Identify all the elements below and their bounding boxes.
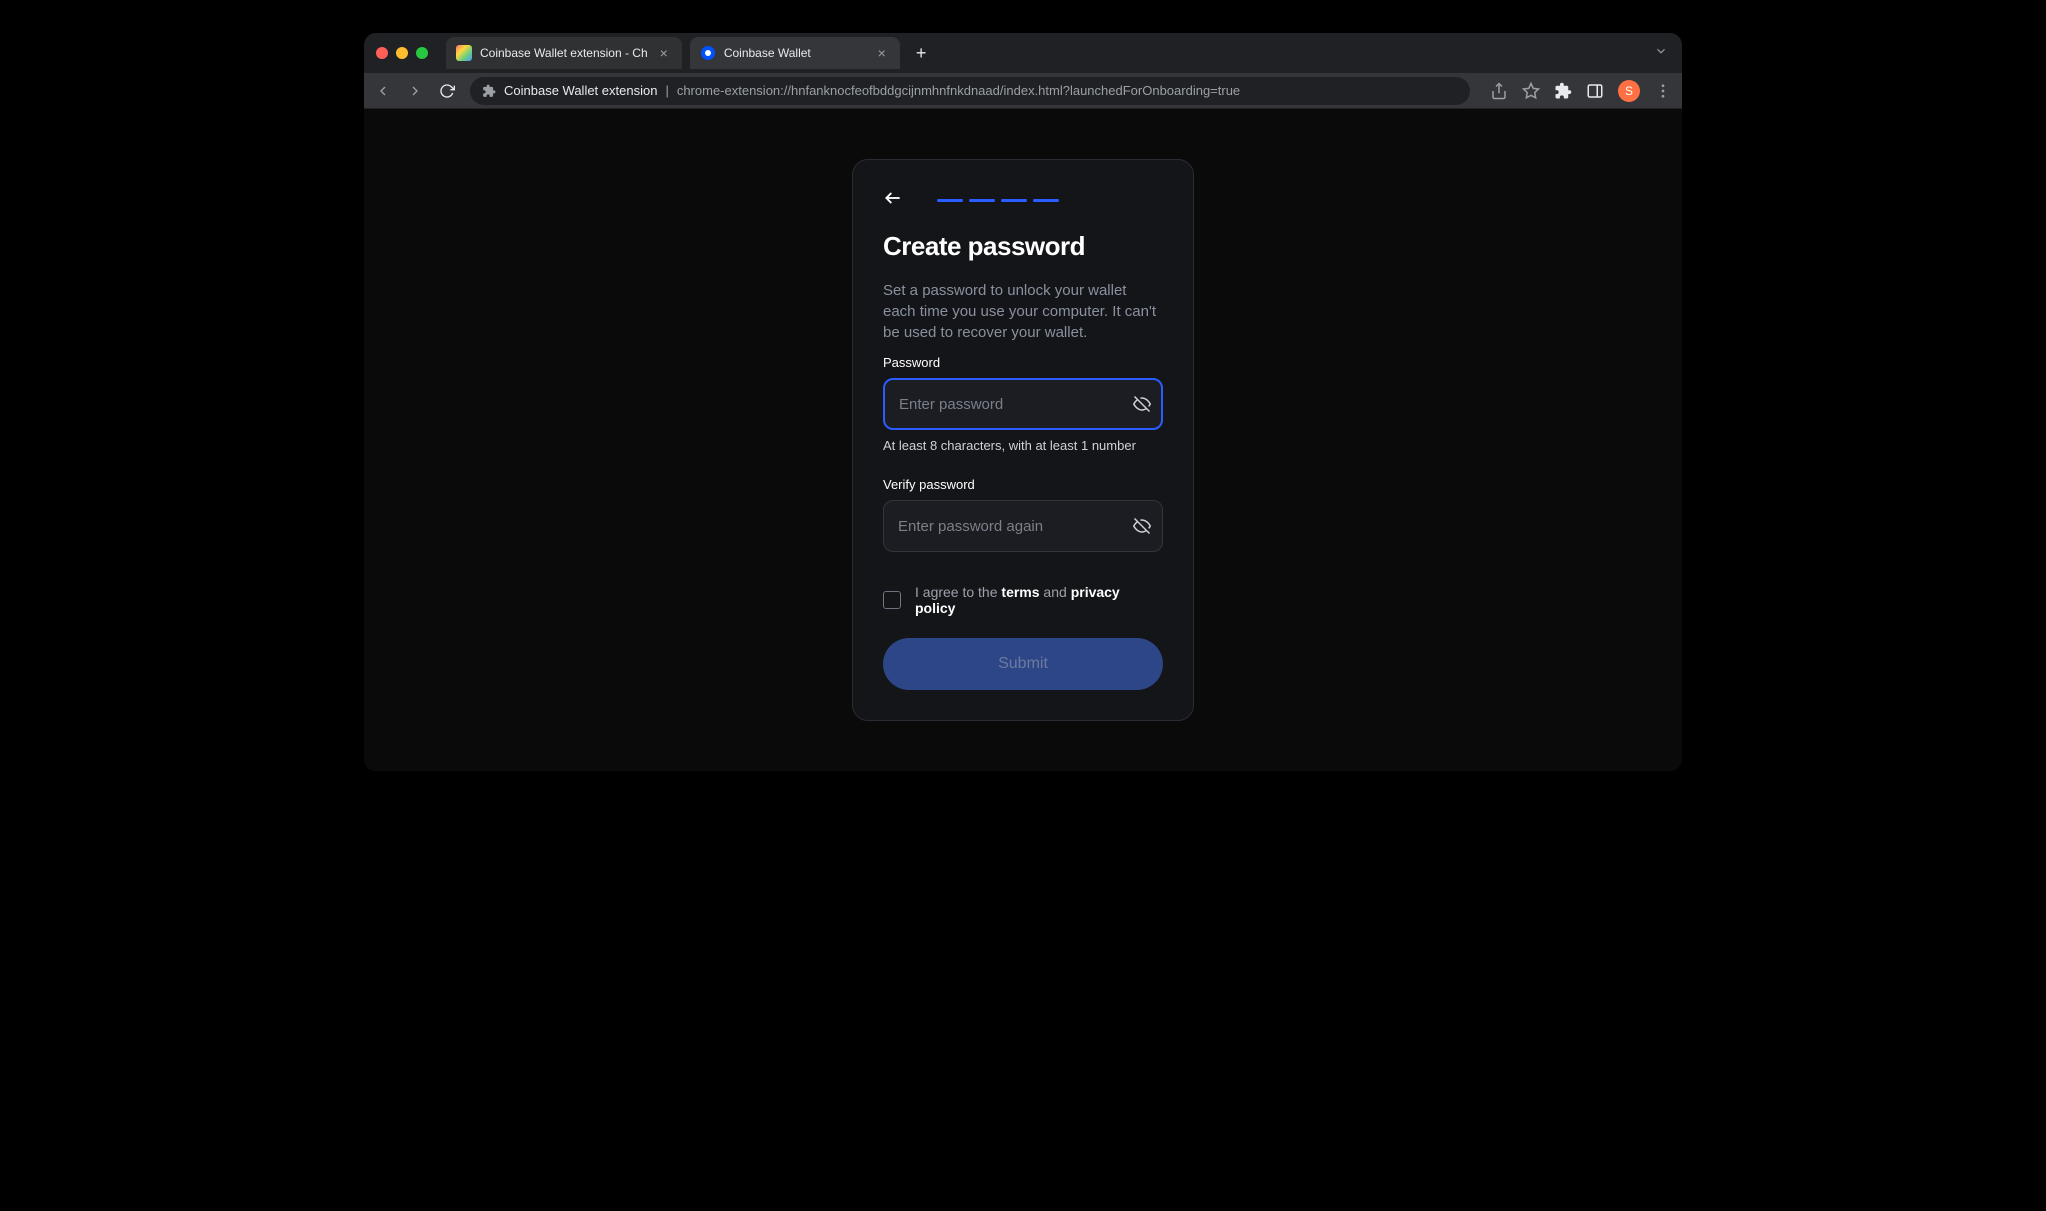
page-subtitle: Set a password to unlock your wallet eac… xyxy=(883,280,1163,343)
password-input-wrap xyxy=(883,378,1163,430)
new-tab-button[interactable]: + xyxy=(908,43,935,64)
reload-button[interactable] xyxy=(438,82,456,100)
content-area: Create password Set a password to unlock… xyxy=(364,109,1682,771)
password-input[interactable] xyxy=(883,378,1163,430)
password-label: Password xyxy=(883,355,1163,370)
verify-input-wrap xyxy=(883,500,1163,552)
window-minimize-button[interactable] xyxy=(396,47,408,59)
agree-connector: and xyxy=(1040,584,1071,600)
profile-initial: S xyxy=(1625,84,1633,98)
star-icon[interactable] xyxy=(1522,82,1540,100)
terms-link[interactable]: terms xyxy=(1001,584,1039,600)
toggle-password-visibility-icon[interactable] xyxy=(1133,395,1151,413)
address-bar: Coinbase Wallet extension | chrome-exten… xyxy=(364,73,1682,109)
coinbase-favicon-icon xyxy=(700,45,716,61)
close-tab-button[interactable]: × xyxy=(874,43,890,63)
card-header xyxy=(883,188,1163,213)
browser-tab-store[interactable]: Coinbase Wallet extension - Ch × xyxy=(446,37,682,69)
url-separator: | xyxy=(665,83,668,98)
window-controls xyxy=(376,47,428,59)
side-panel-icon[interactable] xyxy=(1586,82,1604,100)
verify-label: Verify password xyxy=(883,477,1163,492)
back-button[interactable] xyxy=(374,82,392,100)
close-tab-button[interactable]: × xyxy=(656,43,672,63)
verify-password-input[interactable] xyxy=(883,500,1163,552)
progress-step xyxy=(969,199,995,202)
url-field[interactable]: Coinbase Wallet extension | chrome-exten… xyxy=(470,77,1470,105)
agree-prefix: I agree to the xyxy=(915,584,1001,600)
password-hint: At least 8 characters, with at least 1 n… xyxy=(883,438,1163,453)
progress-indicator xyxy=(937,199,1059,202)
url-path: chrome-extension://hnfanknocfeofbddgcijn… xyxy=(677,83,1240,98)
window-maximize-button[interactable] xyxy=(416,47,428,59)
tab-title: Coinbase Wallet extension - Ch xyxy=(480,46,648,60)
addr-bar-actions: S xyxy=(1484,80,1672,102)
extensions-icon[interactable] xyxy=(1554,82,1572,100)
agree-row: I agree to the terms and privacy policy xyxy=(883,584,1163,616)
browser-tab-coinbase[interactable]: Coinbase Wallet × xyxy=(690,37,900,69)
browser-window: Coinbase Wallet extension - Ch × Coinbas… xyxy=(364,33,1682,771)
progress-step xyxy=(1001,199,1027,202)
forward-button[interactable] xyxy=(406,82,424,100)
url-site-title: Coinbase Wallet extension xyxy=(504,83,657,98)
agree-checkbox[interactable] xyxy=(883,591,901,609)
share-icon[interactable] xyxy=(1490,82,1508,100)
verify-block: Verify password xyxy=(883,477,1163,552)
tab-title: Coinbase Wallet xyxy=(724,46,866,60)
create-password-card: Create password Set a password to unlock… xyxy=(852,159,1194,721)
progress-step xyxy=(937,199,963,202)
back-arrow-button[interactable] xyxy=(883,188,903,213)
agree-text: I agree to the terms and privacy policy xyxy=(915,584,1163,616)
window-close-button[interactable] xyxy=(376,47,388,59)
extension-icon xyxy=(482,84,496,98)
submit-button[interactable]: Submit xyxy=(883,638,1163,690)
tab-strip: Coinbase Wallet extension - Ch × Coinbas… xyxy=(364,33,1682,73)
tabs-dropdown-button[interactable] xyxy=(1654,44,1682,63)
profile-avatar[interactable]: S xyxy=(1618,80,1640,102)
progress-step xyxy=(1033,199,1059,202)
toggle-verify-visibility-icon[interactable] xyxy=(1133,517,1151,535)
chrome-store-favicon-icon xyxy=(456,45,472,61)
kebab-menu-icon[interactable] xyxy=(1654,82,1672,100)
page-title: Create password xyxy=(883,231,1163,262)
